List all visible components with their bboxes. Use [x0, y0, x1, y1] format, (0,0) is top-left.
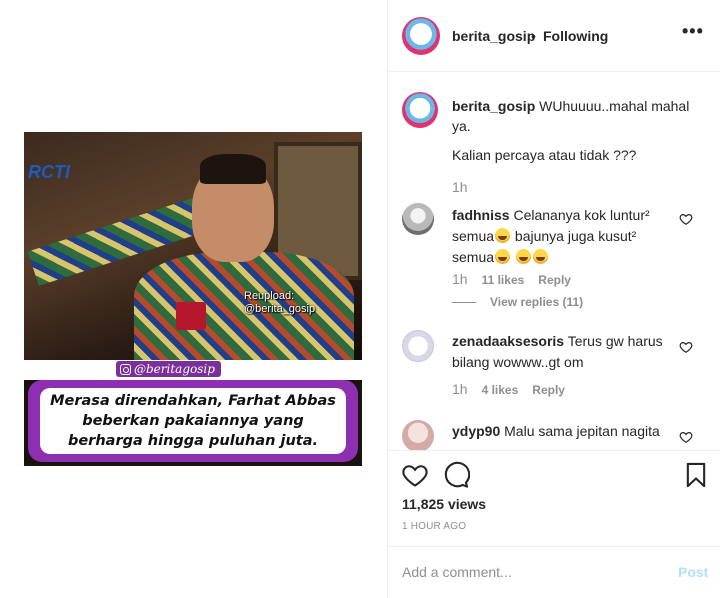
- comment-avatar[interactable]: [402, 330, 434, 362]
- video-caption-box: Merasa direndahkan, Farhat Abbas beberka…: [40, 388, 346, 454]
- comment-reply-button[interactable]: Reply: [538, 273, 571, 287]
- comment-username[interactable]: ydyp90: [452, 423, 500, 439]
- header-username[interactable]: berita_gosip: [452, 28, 535, 44]
- owner-caption-line2: Kalian percaya atau tidak ???: [452, 147, 637, 163]
- more-options-icon[interactable]: •••: [682, 22, 710, 44]
- reupload-watermark: Reupload: @berita_gosip: [244, 290, 362, 316]
- comment-username[interactable]: zenadaaksesoris: [452, 333, 564, 349]
- view-replies-button[interactable]: View replies (11): [452, 295, 583, 309]
- header-separator: •: [531, 28, 536, 44]
- comment-time[interactable]: 1h: [452, 271, 468, 287]
- comment-like-heart-icon[interactable]: [679, 212, 693, 226]
- laughing-emoji-icon: [495, 228, 511, 243]
- comments-list[interactable]: berita_gosip WUhuuuu..mahal mahal ya. Ka…: [388, 72, 720, 450]
- comment-body: Malu sama jepitan nagita: [504, 423, 660, 439]
- action-bar: 11,825 views 1 HOUR AGO: [388, 450, 720, 546]
- comment-meta: 1h 11 likes Reply: [452, 271, 571, 287]
- microphone: [176, 302, 206, 330]
- owner-avatar[interactable]: [402, 92, 438, 128]
- view-replies-line: [452, 301, 476, 303]
- speaker-hair: [200, 154, 266, 184]
- comment-likes[interactable]: 4 likes: [482, 383, 519, 397]
- comment-icon[interactable]: [442, 461, 470, 489]
- avatar[interactable]: [402, 17, 440, 55]
- owner-caption-time[interactable]: 1h: [452, 179, 468, 195]
- post-header: berita_gosip • Following •••: [388, 0, 720, 72]
- comment-text: fadhniss Celananya kok luntur² semua baj…: [452, 205, 670, 268]
- instagram-handle-tag: @beritagosip: [116, 361, 221, 377]
- comment-composer: Add a comment... Post: [388, 546, 720, 598]
- comment-avatar[interactable]: [402, 203, 434, 235]
- view-count[interactable]: 11,825 views: [402, 496, 486, 512]
- video-caption-frame: Merasa direndahkan, Farhat Abbas beberka…: [28, 380, 358, 462]
- view-replies-label: View replies (11): [490, 295, 584, 309]
- comment-likes[interactable]: 11 likes: [482, 273, 525, 287]
- laughing-emoji-icon: [532, 249, 548, 264]
- reupload-label: Reupload:: [244, 290, 295, 302]
- heart-icon[interactable]: [401, 461, 429, 489]
- post-timestamp[interactable]: 1 HOUR AGO: [402, 521, 466, 532]
- bookmark-icon[interactable]: [682, 461, 710, 489]
- instagram-icon: [120, 363, 131, 375]
- reupload-handle: @berita_gosip: [244, 303, 316, 315]
- add-comment-input[interactable]: Add a comment...: [402, 564, 512, 580]
- video-frame: RCTI Reupload: @berita_gosip: [24, 132, 362, 362]
- laughing-emoji-icon: [515, 249, 531, 264]
- comment-avatar[interactable]: [402, 420, 434, 450]
- video-player[interactable]: RCTI Reupload: @berita_gosip @beritagosi…: [24, 132, 362, 466]
- tv-channel-logo: RCTI: [28, 162, 70, 182]
- following-button[interactable]: Following: [543, 28, 608, 44]
- owner-caption-text: berita_gosip WUhuuuu..mahal mahal ya.: [452, 96, 692, 136]
- post-media: RCTI Reupload: @berita_gosip @beritagosi…: [0, 0, 387, 598]
- video-caption-text: Merasa direndahkan, Farhat Abbas beberka…: [50, 393, 336, 449]
- comment-time[interactable]: 1h: [452, 381, 468, 397]
- comment-text: ydyp90 Malu sama jepitan nagita: [452, 421, 670, 442]
- comment-like-heart-icon[interactable]: [679, 340, 693, 354]
- post-panel: berita_gosip • Following ••• berita_gosi…: [387, 0, 720, 598]
- comment-text: zenadaaksesoris Terus gw harus bilang wo…: [452, 331, 670, 373]
- handle-tag-text: @beritagosip: [134, 362, 215, 376]
- post-button[interactable]: Post: [678, 564, 708, 580]
- laughing-emoji-icon: [495, 249, 511, 264]
- comment-username[interactable]: fadhniss: [452, 207, 510, 223]
- comment-reply-button[interactable]: Reply: [532, 383, 565, 397]
- owner-username[interactable]: berita_gosip: [452, 98, 535, 114]
- comment-like-heart-icon[interactable]: [679, 430, 693, 444]
- comment-meta: 1h 4 likes Reply: [452, 381, 565, 397]
